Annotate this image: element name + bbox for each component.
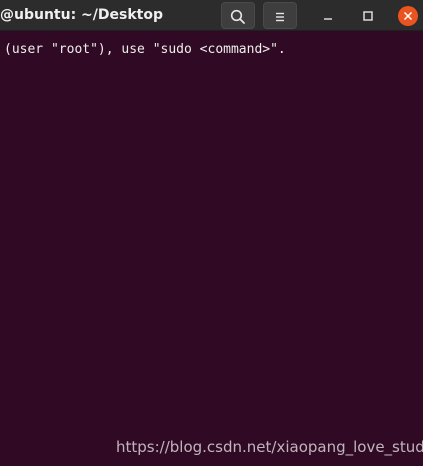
window-title: @ubuntu: ~/Desktop — [0, 7, 163, 23]
search-icon — [230, 9, 245, 24]
minimize-button[interactable] — [318, 6, 338, 26]
maximize-icon — [363, 11, 373, 21]
search-button[interactable] — [221, 2, 255, 29]
minimize-icon — [324, 18, 332, 20]
close-button[interactable] — [398, 6, 418, 26]
terminal-line: (user "root"), use "sudo <command>". — [4, 42, 286, 57]
maximize-button[interactable] — [358, 6, 378, 26]
title-bar[interactable]: @ubuntu: ~/Desktop — [0, 0, 423, 31]
close-icon — [403, 11, 413, 21]
hamburger-menu-icon — [276, 12, 284, 22]
watermark: https://blog.csdn.net/xiaopang_love_stud… — [116, 438, 423, 456]
terminal-output[interactable]: (user "root"), use "sudo <command>". — [0, 31, 423, 466]
terminal-window: @ubuntu: ~/Desktop (user "root"), use "s… — [0, 0, 423, 466]
menu-button[interactable] — [263, 2, 297, 29]
